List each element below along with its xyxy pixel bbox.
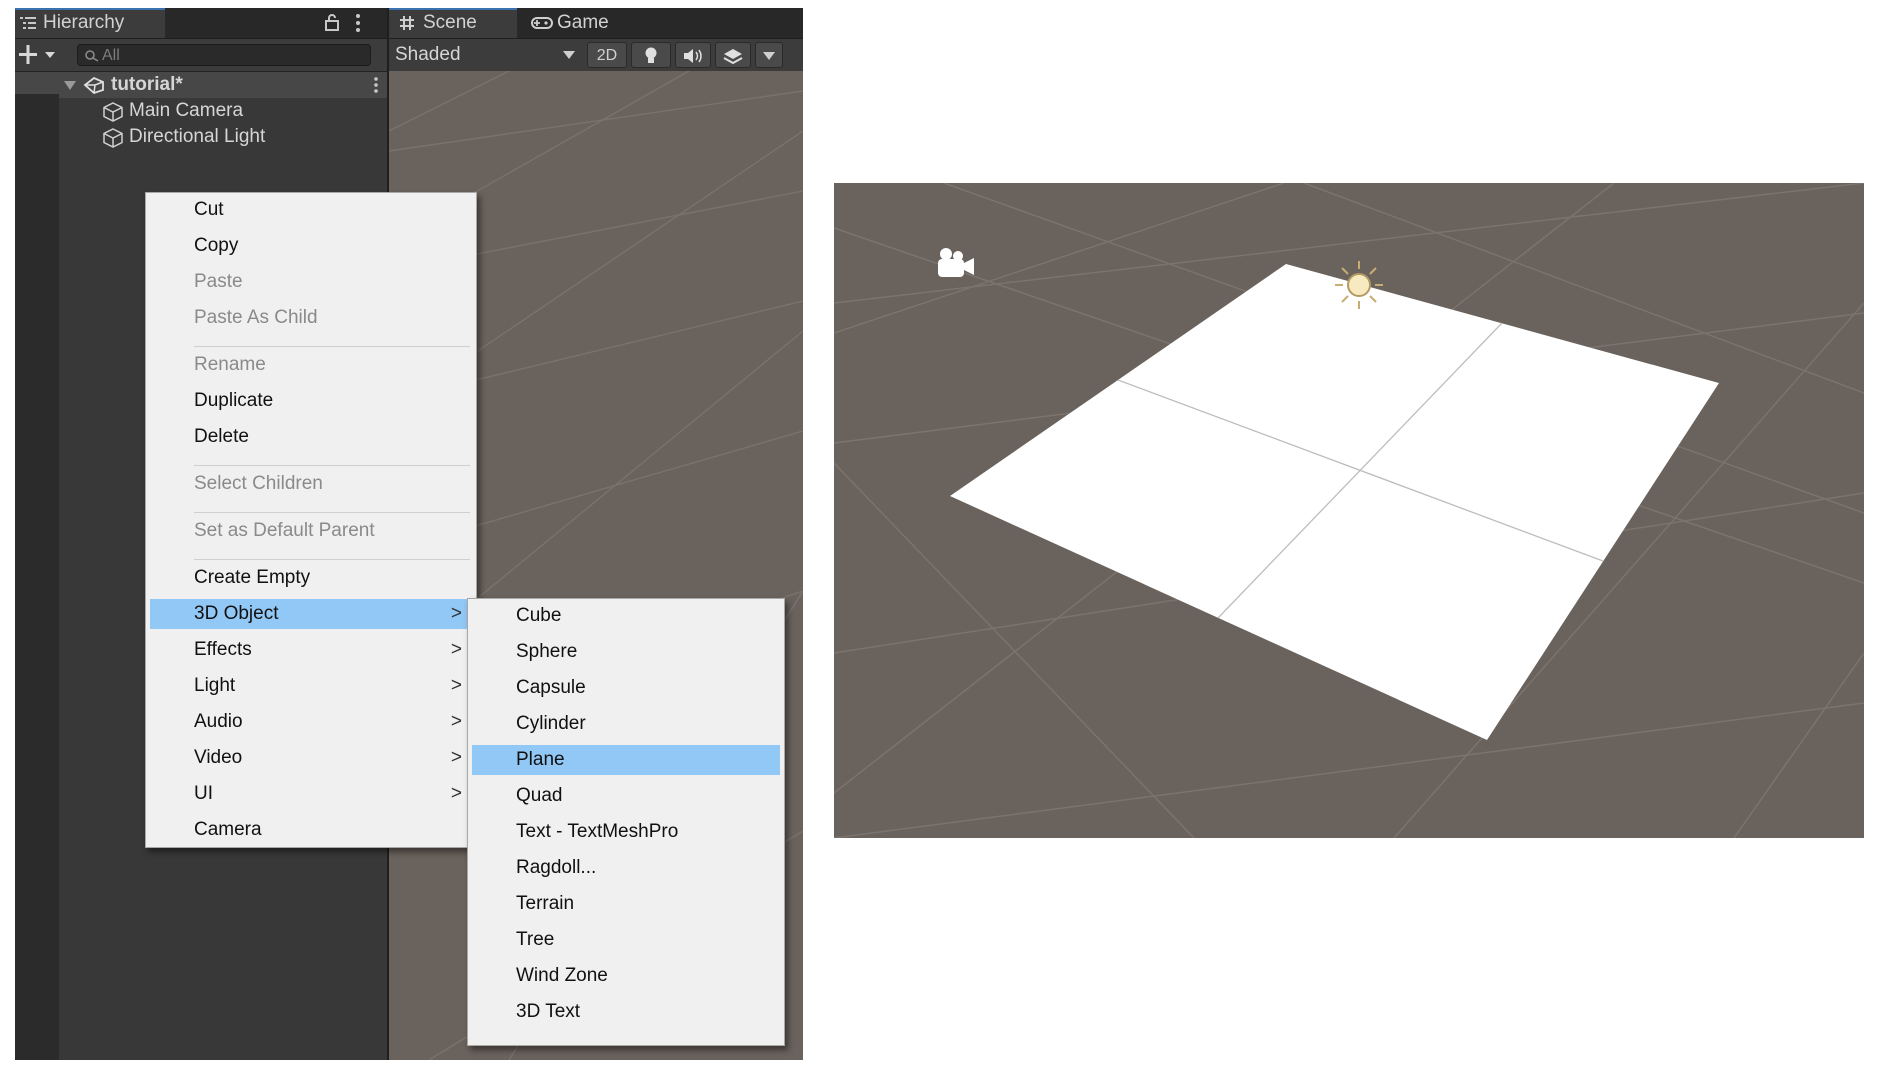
search-placeholder: All [102,47,120,64]
menu-item-label: 3D Object [194,603,279,624]
scene-toolbar: Shaded 2D [389,39,803,72]
menu-item-set-default-parent: Set as Default Parent [194,520,375,541]
menu-item-light[interactable]: Light > [150,671,472,701]
submenu-arrow-icon: > [450,711,462,732]
plane-object[interactable] [950,264,1719,740]
add-icon[interactable] [19,45,59,65]
scene-tab-label: Scene [423,12,477,33]
submenu-item-quad[interactable]: Quad [472,781,780,811]
scene-render [834,183,1864,838]
menu-separator [194,559,470,560]
menu-item-camera[interactable]: Camera [150,815,472,845]
menu-item-audio[interactable]: Audio > [150,707,472,737]
menu-item-label: Audio [194,711,243,732]
menu-item-create-empty[interactable]: Create Empty [150,563,472,593]
scene-tab-bar: Scene Game [389,8,803,39]
hierarchy-tab-label: Hierarchy [43,12,125,33]
menu-item-label: Video [194,747,243,768]
menu-item-paste-as-child: Paste As Child [194,307,318,328]
menu-item-effects[interactable]: Effects > [150,635,472,665]
submenu-item-wind-zone[interactable]: Wind Zone [472,961,780,991]
tab-game[interactable]: Game [519,8,639,38]
menu-item-cut[interactable]: Cut [150,195,472,225]
submenu-item-plane[interactable]: Plane [472,745,780,775]
camera-gizmo-icon[interactable] [938,248,974,277]
hierarchy-gutter [15,94,59,1060]
grid-icon [400,16,414,30]
hierarchy-toolbar: All [15,39,387,72]
menu-item-label: UI [194,783,213,804]
submenu-arrow-icon: > [450,603,462,624]
shading-mode-label: Shaded [395,44,461,65]
menu-item-3d-object[interactable]: 3D Object > [150,599,472,629]
effects-toggle-button[interactable] [715,42,751,68]
kebab-menu-icon[interactable] [373,76,379,94]
menu-item-delete[interactable]: Delete [150,422,472,452]
scene-row[interactable]: tutorial* [61,72,387,98]
chevron-down-icon [563,51,575,59]
submenu-arrow-icon: > [450,747,462,768]
hierarchy-list-icon [20,17,36,29]
game-tab-label: Game [557,12,609,33]
gizmos-dropdown[interactable] [755,42,783,68]
gameobject-cube-icon [103,128,123,148]
menu-item-paste: Paste [194,271,243,292]
layers-icon [723,49,743,65]
shading-mode-dropdown[interactable]: Shaded [395,42,583,68]
scene-view-result [834,183,1864,838]
submenu-item-text-textmeshpro[interactable]: Text - TextMeshPro [472,817,780,847]
lock-icon[interactable] [325,14,339,31]
tab-hierarchy[interactable]: Hierarchy [15,8,165,38]
menu-item-video[interactable]: Video > [150,743,472,773]
hierarchy-item-label: Directional Light [129,126,266,147]
2d-toggle-button[interactable]: 2D [587,42,627,68]
context-menu: Cut Copy Paste Paste As Child Rename Dup… [145,192,477,848]
menu-separator [194,346,470,347]
submenu-item-sphere[interactable]: Sphere [472,637,780,667]
search-input[interactable]: All [77,44,371,66]
audio-toggle-button[interactable] [675,42,711,68]
submenu-3d-object: Cube Sphere Capsule Cylinder Plane Quad … [467,598,785,1046]
submenu-item-capsule[interactable]: Capsule [472,673,780,703]
scene-name: tutorial* [111,74,183,95]
menu-separator [194,465,470,466]
chevron-down-icon[interactable] [63,79,77,91]
chevron-down-icon [763,52,775,60]
hierarchy-tab-bar: Hierarchy [15,8,387,39]
menu-item-label: Light [194,675,236,696]
lightbulb-icon [645,47,657,63]
hierarchy-item-label: Main Camera [129,100,244,121]
menu-separator [194,512,470,513]
submenu-item-3d-text[interactable]: 3D Text [472,997,780,1027]
submenu-arrow-icon: > [450,639,462,660]
menu-item-ui[interactable]: UI > [150,779,472,809]
submenu-item-cylinder[interactable]: Cylinder [472,709,780,739]
menu-item-duplicate[interactable]: Duplicate [150,386,472,416]
search-icon [85,50,99,62]
unity-scene-icon [83,76,104,94]
kebab-menu-icon[interactable] [355,13,361,33]
gamepad-icon [531,17,553,29]
speaker-icon [684,49,702,63]
gameobject-cube-icon [103,102,123,122]
unity-editor-screenshot: Hierarchy All tutorial* Main Camera Dire… [15,8,803,1060]
menu-item-label: Effects [194,639,252,660]
menu-item-copy[interactable]: Copy [150,231,472,261]
menu-item-rename: Rename [194,354,266,375]
submenu-arrow-icon: > [450,675,462,696]
sun-gizmo-icon[interactable] [1335,261,1383,309]
submenu-arrow-icon: > [450,783,462,804]
submenu-item-cube[interactable]: Cube [472,601,780,631]
tab-scene[interactable]: Scene [389,8,517,38]
menu-item-select-children: Select Children [194,473,323,494]
submenu-item-ragdoll[interactable]: Ragdoll... [472,853,780,883]
lighting-toggle-button[interactable] [631,42,671,68]
submenu-item-tree[interactable]: Tree [472,925,780,955]
submenu-item-terrain[interactable]: Terrain [472,889,780,919]
